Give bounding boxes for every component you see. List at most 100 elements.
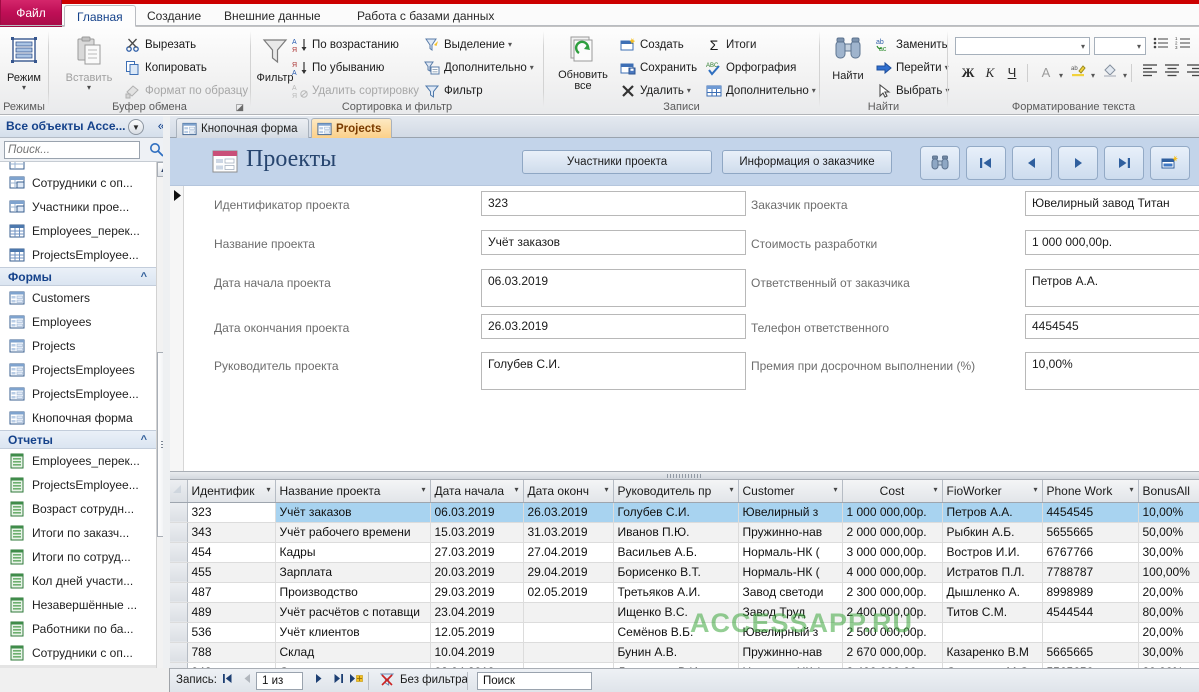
first-record-button[interactable] [966,146,1006,180]
column-header-bonusall[interactable]: BonusAll [1138,480,1199,503]
sidebar-group-forms[interactable]: Формы ^ [0,267,157,286]
cell-customer[interactable]: Пружинно-нав [738,642,843,663]
chevron-down-icon[interactable]: ▾ [61,84,117,92]
cut-button[interactable]: Вырезать [125,36,196,54]
cell-cost[interactable]: 1 000 000,00р. [842,502,943,523]
cell-name[interactable]: Склад [275,642,431,663]
view-button[interactable]: Режим ▾ [0,35,52,92]
record-selector-bar[interactable] [170,186,184,471]
cell-phonework[interactable]: 5655665 [1042,522,1139,543]
cell-name[interactable]: Учёт заказов [275,502,431,523]
select-button[interactable]: Выбрать▾ [876,82,949,100]
navigation-pane-header[interactable]: Все объекты Acce... ▼ « [0,116,170,138]
chevron-down-icon[interactable]: ▼ [128,119,144,135]
cell-end[interactable] [523,622,614,643]
chevron-down-icon[interactable]: ▾ [1081,42,1085,51]
cell-bonusall[interactable]: 30,00% [1138,642,1199,663]
cell-manager[interactable]: Семёнов В.Б. [613,622,739,643]
sidebar-item-report-5[interactable]: Итоги по сотруд... [0,545,157,569]
cell-cost[interactable]: 2 500 000,00р. [842,622,943,643]
new-record-button[interactable] [1150,146,1190,180]
cell-phonework[interactable]: 6767766 [1042,542,1139,563]
numbering-icon[interactable]: 123 [1173,36,1193,56]
cell-customer[interactable]: Пружинно-нав [738,522,843,543]
sidebar-group-reports[interactable]: Отчеты ^ [0,430,157,449]
cell-fioworker[interactable] [942,622,1043,643]
cell-cost[interactable]: 4 000 000,00р. [842,562,943,583]
chevron-down-icon[interactable]: ▾ [1129,485,1133,494]
list-item[interactable]: Работники по ба... [0,162,157,171]
italic-button[interactable]: К [980,63,1000,83]
next-record-button[interactable] [310,673,326,689]
row-selector[interactable] [170,542,188,563]
toggle-filter-button[interactable]: Фильтр [424,82,483,100]
cell-end[interactable]: 29.04.2019 [523,562,614,583]
table-row[interactable]: 487 Производство 29.03.2019 02.05.2019 Т… [170,582,1199,603]
sidebar-item-query-1[interactable]: Сотрудники с оп... [0,171,157,195]
align-center-button[interactable] [1162,63,1182,83]
cell-start[interactable]: 06.03.2019 [430,502,524,523]
chevron-down-icon[interactable]: ▾ [1120,71,1127,80]
sidebar-item-report-7[interactable]: Незавершённые ... [0,593,157,617]
new-record-button[interactable]: Создать [620,36,684,54]
datasheet-search-input[interactable]: Поиск [477,672,592,690]
row-selector[interactable] [170,522,188,543]
row-selector[interactable] [170,582,188,603]
cell-customer[interactable]: Нормаль-НК ( [738,542,843,563]
cell-end[interactable]: 02.05.2019 [523,582,614,603]
cell-bonusall[interactable]: 10,00% [1138,502,1199,523]
cell-start[interactable]: 15.03.2019 [430,522,524,543]
cell-bonusall[interactable]: 20,00% [1138,622,1199,643]
chevron-down-icon[interactable]: ▾ [1056,71,1063,80]
chevron-down-icon[interactable]: ▾ [933,485,937,494]
table-row[interactable]: 788 Склад 10.04.2019 Бунин А.В. Пружинно… [170,642,1199,663]
cell-name[interactable]: Производство [275,582,431,603]
column-header-phonework[interactable]: Phone Work ▾ [1042,480,1139,503]
record-position-input[interactable]: 1 из 10 [256,672,303,690]
select-all-corner[interactable] [170,480,188,503]
column-header-start[interactable]: Дата начала ▾ [430,480,524,503]
underline-button[interactable]: Ч [1002,63,1022,83]
tab-database-tools[interactable]: Работа с базами данных [345,5,506,27]
chevron-down-icon[interactable]: ▾ [1033,485,1037,494]
cell-fioworker[interactable]: Востров И.И. [942,542,1043,563]
cell-customer[interactable]: Завод светоди [738,582,843,603]
first-record-button[interactable] [219,673,235,689]
table-row[interactable]: 323 Учёт заказов 06.03.2019 26.03.2019 Г… [170,502,1199,523]
row-selector[interactable] [170,562,188,583]
cell-end[interactable] [523,642,614,663]
table-row[interactable]: 454 Кадры 27.03.2019 27.04.2019 Васильев… [170,542,1199,563]
cell-bonusall[interactable]: 100,00% [1138,562,1199,583]
filter-status-icon[interactable] [378,673,396,689]
totals-button[interactable]: Σ Итоги [706,36,757,54]
sidebar-item-report-6[interactable]: Кол дней участи... [0,569,157,593]
column-header-customer[interactable]: Customer ▾ [738,480,843,503]
sidebar-item-form-switchboard[interactable]: Кнопочная форма [0,406,157,430]
tab-external-data[interactable]: Внешние данные [212,5,333,27]
column-header-fioworker[interactable]: FioWorker ▾ [942,480,1043,503]
tab-create[interactable]: Создание [135,5,213,27]
cell-bonusall[interactable]: 30,00% [1138,542,1199,563]
cell-name[interactable]: Зарплата [275,562,431,583]
refresh-all-button[interactable]: Обновить все [552,35,614,92]
cell-id[interactable]: 455 [187,562,276,583]
cell-end[interactable]: 31.03.2019 [523,522,614,543]
delete-record-button[interactable]: Удалить ▾ [620,82,691,100]
chevron-down-icon[interactable]: ▾ [266,485,270,494]
cell-id[interactable]: 536 [187,622,276,643]
pane-splitter[interactable] [163,116,170,692]
tab-home[interactable]: Главная [64,5,136,27]
sidebar-item-form-projectsemployees-2[interactable]: ProjectsEmployee... [0,382,157,406]
cell-phonework[interactable]: 7788787 [1042,562,1139,583]
sidebar-item-report-2[interactable]: ProjectsEmployee... [0,473,157,497]
column-header-end[interactable]: Дата оконч ▾ [523,480,614,503]
cell-customer[interactable]: Завод Труд [738,602,843,623]
cell-fioworker[interactable]: Дышленко А. [942,582,1043,603]
cell-cost[interactable]: 2 400 000,00р. [842,602,943,623]
cell-start[interactable]: 12.05.2019 [430,622,524,643]
sidebar-item-query-2[interactable]: Участники прое... [0,195,157,219]
table-row[interactable]: 455 Зарплата 20.03.2019 29.04.2019 Борис… [170,562,1199,583]
font-size-combo[interactable]: ▾ [1094,37,1146,55]
search-icon[interactable] [149,142,164,160]
format-painter-button[interactable]: Формат по образцу [125,82,248,100]
